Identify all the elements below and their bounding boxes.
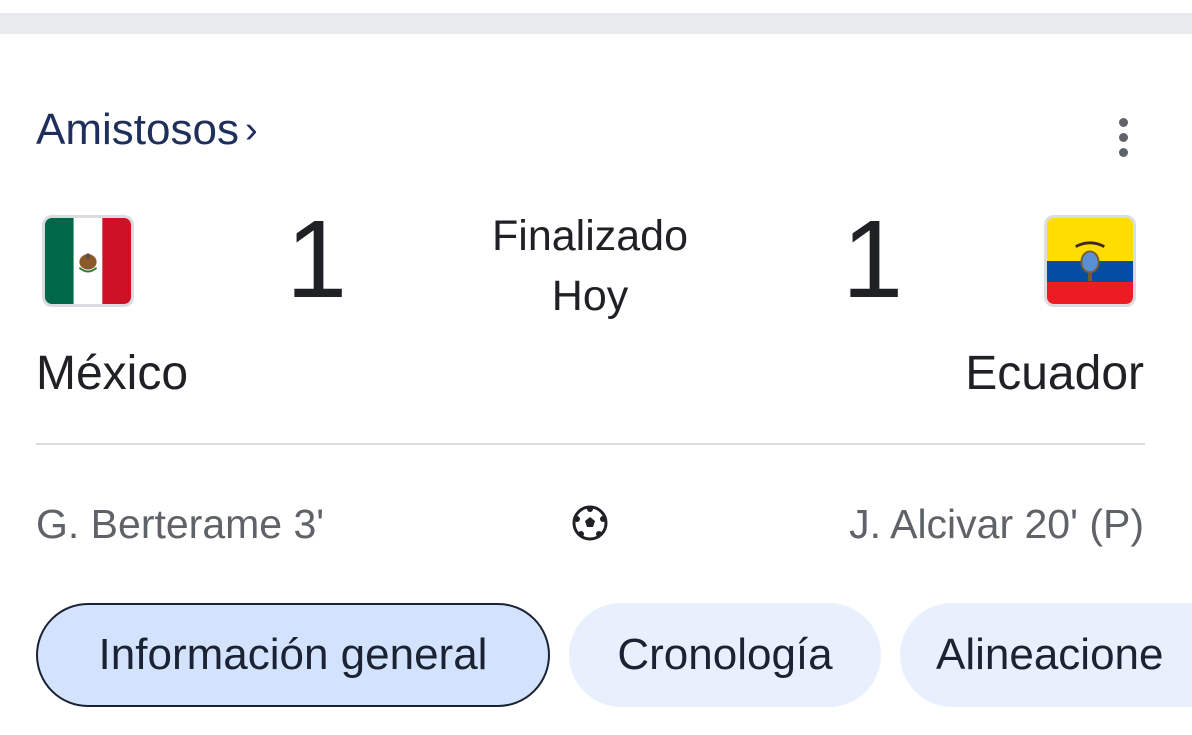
chevron-right-icon: › xyxy=(244,109,258,151)
soccer-ball-icon xyxy=(571,504,609,542)
away-score: 1 xyxy=(842,198,904,321)
match-status: Finalizado xyxy=(492,212,688,260)
home-team-name[interactable]: México xyxy=(36,344,188,404)
match-status-block: Finalizado Hoy xyxy=(440,206,740,326)
away-goal-scorer: J. Alcivar 20' (P) xyxy=(849,501,1144,547)
more-options-icon[interactable] xyxy=(1110,116,1138,160)
competition-label: Amistosos xyxy=(36,105,239,154)
top-bar xyxy=(0,0,1192,34)
top-divider-strip xyxy=(0,13,1192,34)
divider xyxy=(36,443,1145,445)
competition-link[interactable]: Amistosos › xyxy=(36,104,258,156)
away-team-name[interactable]: Ecuador xyxy=(965,344,1144,404)
tab-informacion-general[interactable]: Información general xyxy=(36,603,550,707)
home-score: 1 xyxy=(286,198,348,321)
ecuador-flag-icon xyxy=(1044,215,1136,307)
match-date: Hoy xyxy=(551,272,629,320)
mexico-flag-icon xyxy=(42,215,134,307)
home-goal-scorer: G. Berterame 3' xyxy=(36,501,325,547)
tab-cronologia[interactable]: Cronología xyxy=(569,603,881,707)
tab-alineaciones[interactable]: Alineacione xyxy=(900,603,1192,707)
